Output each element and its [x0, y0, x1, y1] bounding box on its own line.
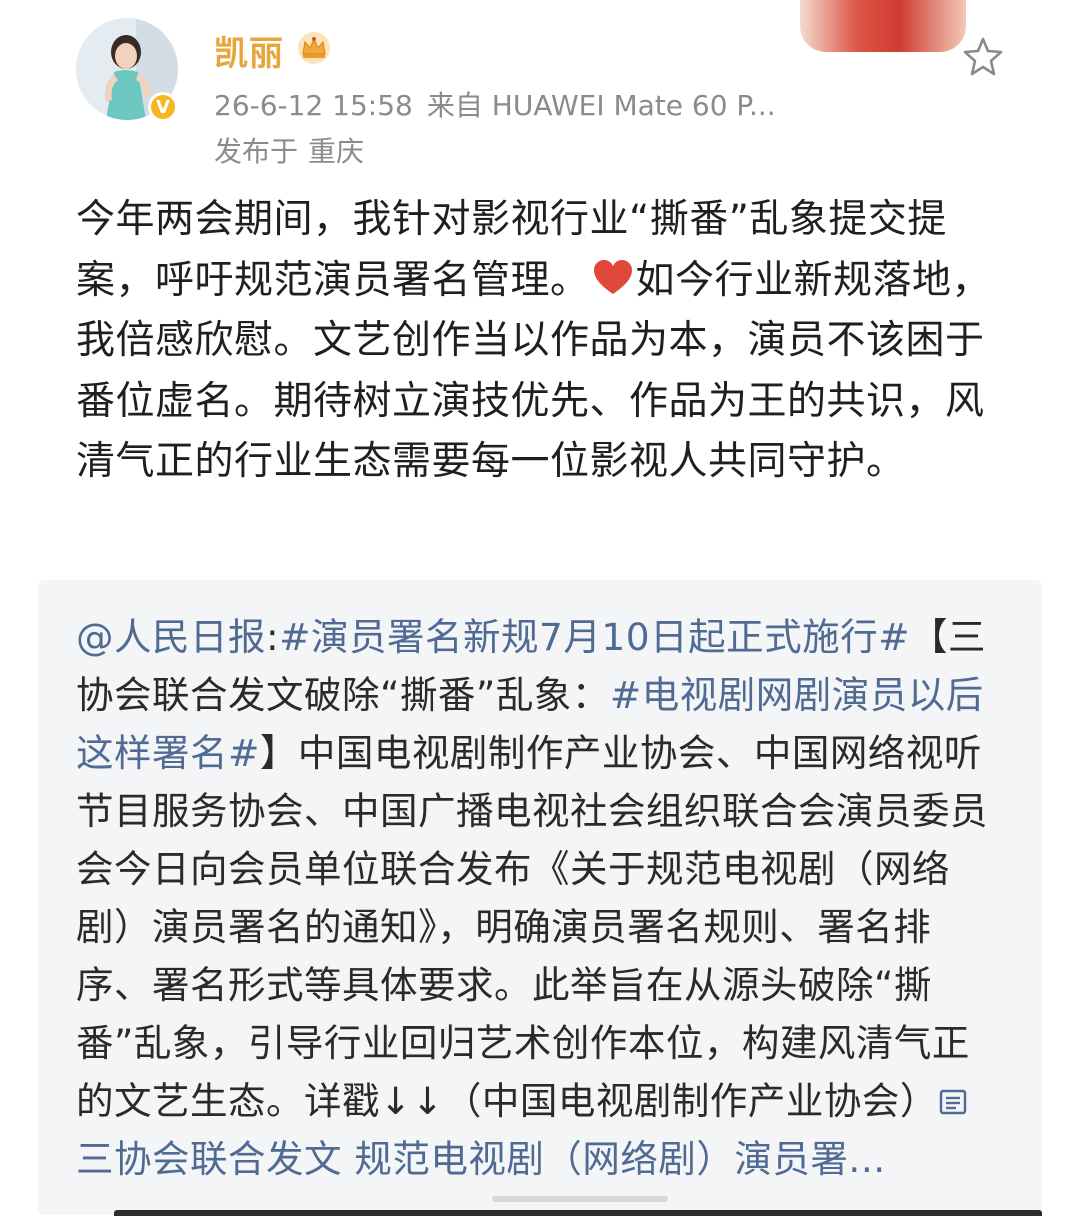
username[interactable]: 凯丽 [214, 26, 284, 75]
post-body: 今年两会期间，我针对影视行业“撕番”乱象提交提案，呼吁规范演员署名管理。 如今行业… [76, 190, 1006, 493]
repost-author-link[interactable]: @人民日报 [76, 615, 266, 659]
post-location: 发布于 重庆 [214, 130, 364, 170]
link-icon [939, 1089, 967, 1115]
repost-card[interactable]: @人民日报:#演员署名新规7月10日起正式施行#【三协会联合发文破除“撕番”乱象… [38, 580, 1042, 1216]
heart-icon [593, 259, 632, 294]
flag-decoration-icon [800, 0, 966, 52]
bottom-edge-bar [114, 1210, 1042, 1216]
location-prefix: 发布于 [214, 135, 299, 168]
crown-icon[interactable] [296, 30, 332, 64]
article-link-text: 三协会联合发文 规范电视剧（网络剧）演员署... [76, 1137, 886, 1181]
repost-body: @人民日报:#演员署名新规7月10日起正式施行#【三协会联合发文破除“撕番”乱象… [76, 608, 1006, 1188]
location-name: 重庆 [308, 135, 365, 168]
repost-colon: : [266, 615, 280, 659]
post-source: 来自 HUAWEI Mate 60 P... [426, 89, 776, 122]
hashtag-link-1[interactable]: #演员署名新规7月10日起正式施行# [279, 615, 910, 659]
post-meta: 26-6-12 15:58 来自 HUAWEI Mate 60 P... [214, 84, 790, 124]
timestamp: 26-6-12 15:58 [214, 89, 413, 122]
repost-text-2: 】中国电视剧制作产业协会、中国网络视听节目服务协会、中国广播电视社会组织联合会演… [76, 731, 988, 1123]
star-icon[interactable] [962, 36, 1004, 76]
scroll-indicator [492, 1196, 668, 1202]
verified-badge: V [148, 92, 178, 122]
post-header: V 凯丽 26-6-12 15:58 来自 HUAWEI Mate 60 P...… [0, 0, 1080, 180]
